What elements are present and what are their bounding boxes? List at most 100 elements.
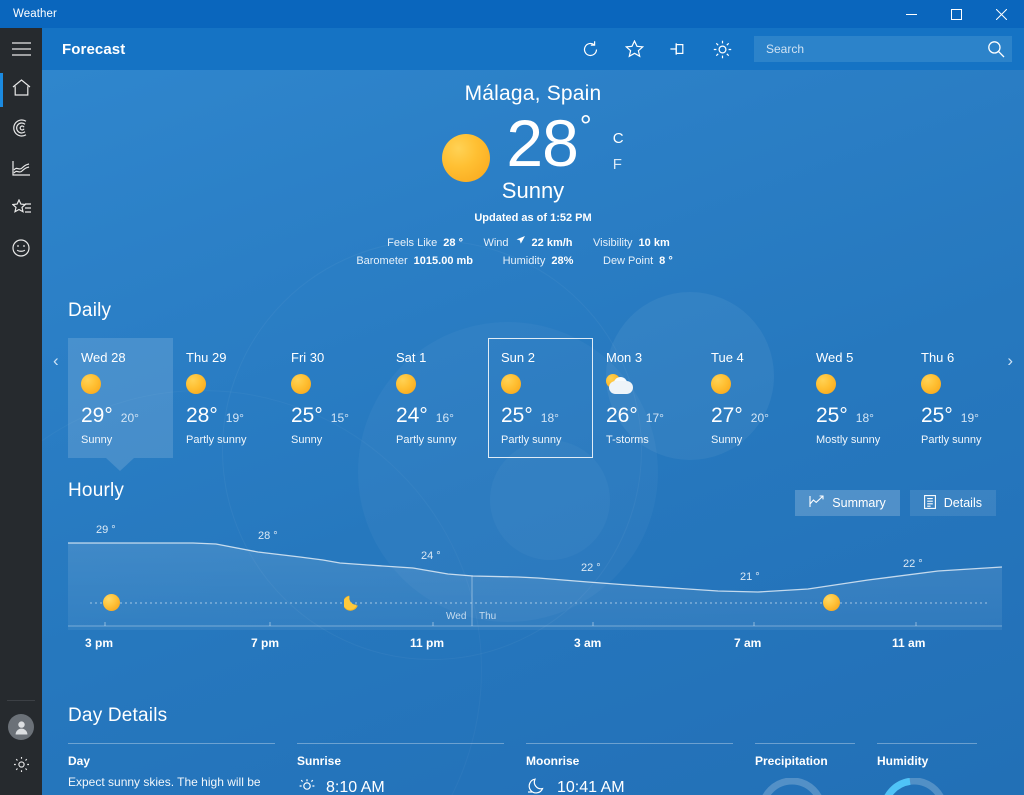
daily-card-day: Thu 29 (186, 350, 227, 365)
stat-label: Humidity (502, 255, 546, 267)
sidebar-item-account[interactable] (0, 707, 42, 747)
moonrise-icon (526, 775, 548, 795)
hourly-forecast-section: Hourly Summary Details 29 ° 28 ° 24 ° 22… (42, 480, 1024, 656)
daily-card-temps: 28° 19° (186, 404, 278, 428)
sidebar-item-maps[interactable] (0, 110, 42, 150)
daily-card[interactable]: Mon 3 26° 17° T-storms (593, 338, 698, 458)
sunrise-time: 8:10 AM (326, 778, 385, 795)
favorite-star-icon[interactable] (612, 28, 656, 70)
sunny-icon (291, 374, 383, 396)
forecast-content: Málaga, Spain 28° C F Sunny Updated as o… (42, 70, 1024, 795)
day-details-col-humidity: Humidity (877, 743, 977, 795)
daily-card[interactable]: Tue 4 27° 20° Sunny (698, 338, 803, 458)
daily-card-temps: 25° 18° (816, 404, 908, 428)
maximize-icon[interactable] (934, 0, 979, 28)
day-details-col-moonrise: Moonrise 10:41 AM (526, 743, 733, 795)
daily-card[interactable]: Thu 6 25° 19° Partly sunny (908, 338, 1013, 458)
sunny-icon (711, 374, 803, 396)
search-icon[interactable] (980, 40, 1012, 58)
current-temperature-block: 28° C F (42, 110, 1024, 182)
chart-point-label: 22 ° (581, 562, 601, 574)
close-icon[interactable] (979, 0, 1024, 28)
weather-app-window: Weather Forecast Search Málaga, Spain 28… (0, 0, 1024, 795)
hourly-chart-x-axis: 3 pm 7 pm 11 pm 3 am 7 am 11 am (68, 630, 1002, 656)
day-summary-text: Expect sunny skies. The high will be (68, 775, 261, 789)
window-controls (889, 0, 1024, 28)
column-rule (68, 743, 275, 744)
daily-card-temps: 25° 19° (921, 404, 1013, 428)
daily-card-high: 25° (501, 404, 533, 427)
unit-fahrenheit-button[interactable]: F (613, 152, 624, 178)
daily-card-day: Wed 5 (816, 350, 854, 365)
stat-visibility: Visibility 10 km (593, 234, 723, 252)
daily-prev-button[interactable]: ‹ (53, 352, 59, 369)
daily-card-day: Mon 3 (606, 350, 643, 365)
sunrise-value-row: 8:10 AM (297, 775, 504, 795)
daily-card-low: 19° (225, 411, 244, 425)
sidebar-item-send-feedback[interactable] (0, 230, 42, 270)
daily-next-button[interactable]: › (1007, 352, 1013, 369)
refresh-icon[interactable] (568, 28, 612, 70)
daily-card-low: 17° (645, 411, 664, 425)
chart-area (68, 543, 1002, 630)
daily-card-temps: 25° 18° (501, 404, 592, 428)
daily-card[interactable]: Wed 28 29° 20° Sunny (68, 338, 173, 471)
page-title: Forecast (62, 40, 126, 58)
daily-card-day: Sat 1 (396, 350, 427, 365)
window-title: Weather (13, 8, 57, 20)
daily-card-condition: Mostly sunny (816, 434, 881, 446)
sunny-icon (816, 374, 908, 396)
summary-button[interactable]: Summary (795, 490, 900, 516)
daily-card[interactable]: Thu 29 28° 19° Partly sunny (173, 338, 278, 458)
stats-row-2: Barometer 1015.00 mb Humidity 28% Dew Po… (42, 252, 1024, 270)
hamburger-menu-icon[interactable] (0, 28, 42, 70)
search-box[interactable] (754, 36, 1012, 62)
hourly-view-toggle: Summary Details (795, 490, 996, 516)
daily-card-day: Thu 6 (921, 350, 955, 365)
brightness-icon[interactable] (700, 28, 744, 70)
pin-icon[interactable] (656, 28, 700, 70)
daily-card-temps: 25° 15° (291, 404, 383, 428)
x-tick-label: 7 am (734, 636, 762, 650)
daily-card-high: 25° (816, 404, 848, 427)
daily-card-condition: Sunny (711, 434, 743, 446)
chart-day-label-thu: Thu (479, 611, 497, 622)
daily-card-day: Sun 2 (501, 350, 535, 365)
daily-card[interactable]: Fri 30 25° 15° Sunny (278, 338, 383, 458)
updated-timestamp: Updated as of 1:52 PM (474, 212, 592, 224)
daily-card-condition: Partly sunny (921, 434, 982, 446)
home-icon (12, 79, 31, 101)
minimize-icon[interactable] (889, 0, 934, 28)
moonrise-time: 10:41 AM (557, 778, 625, 795)
details-list-icon (923, 494, 936, 512)
summary-chart-icon (809, 495, 824, 511)
temperature-value: 28 (506, 106, 578, 180)
sidebar-item-settings[interactable] (0, 747, 42, 787)
search-input[interactable] (754, 42, 980, 56)
chart-svg (68, 542, 1002, 630)
stat-value: 8 ° (659, 255, 673, 267)
moonrise-value-row: 10:41 AM (526, 775, 733, 795)
stat-value: 28% (551, 255, 574, 267)
daily-forecast-section: Daily Wed 28 29° 20° Sunny Thu 29 28° 19° Partl… (42, 300, 1024, 471)
daily-card[interactable]: Wed 5 25° 18° Mostly sunny (803, 338, 908, 458)
hourly-temperature-chart[interactable]: 29 ° 28 ° 24 ° 22 ° 21 ° 22 ° Wed Thu (68, 524, 1002, 630)
sidebar-item-historical-weather[interactable] (0, 150, 42, 190)
day-details-title: Day Details (68, 705, 168, 726)
sidebar-bottom (0, 700, 42, 795)
daily-card-low: 16° (435, 411, 454, 425)
sidebar-item-home[interactable] (0, 70, 42, 110)
sunny-icon (442, 134, 491, 182)
stat-label: Visibility (593, 237, 633, 249)
sidebar-item-favorites[interactable] (0, 190, 42, 230)
sunny-icon (396, 374, 488, 396)
sunrise-icon (297, 775, 317, 795)
daily-card-high: 27° (711, 404, 743, 427)
daily-card[interactable]: Sat 1 24° 16° Partly sunny (383, 338, 488, 458)
day-details-col-day: Day Expect sunny skies. The high will be (68, 743, 275, 795)
details-button[interactable]: Details (909, 490, 996, 516)
current-condition-text: Sunny (501, 178, 565, 203)
unit-celsius-button[interactable]: C (613, 126, 624, 152)
daily-card[interactable]: Sun 2 25° 18° Partly sunny (488, 338, 593, 458)
current-conditions: Málaga, Spain 28° C F Sunny Updated as o… (42, 70, 1024, 270)
